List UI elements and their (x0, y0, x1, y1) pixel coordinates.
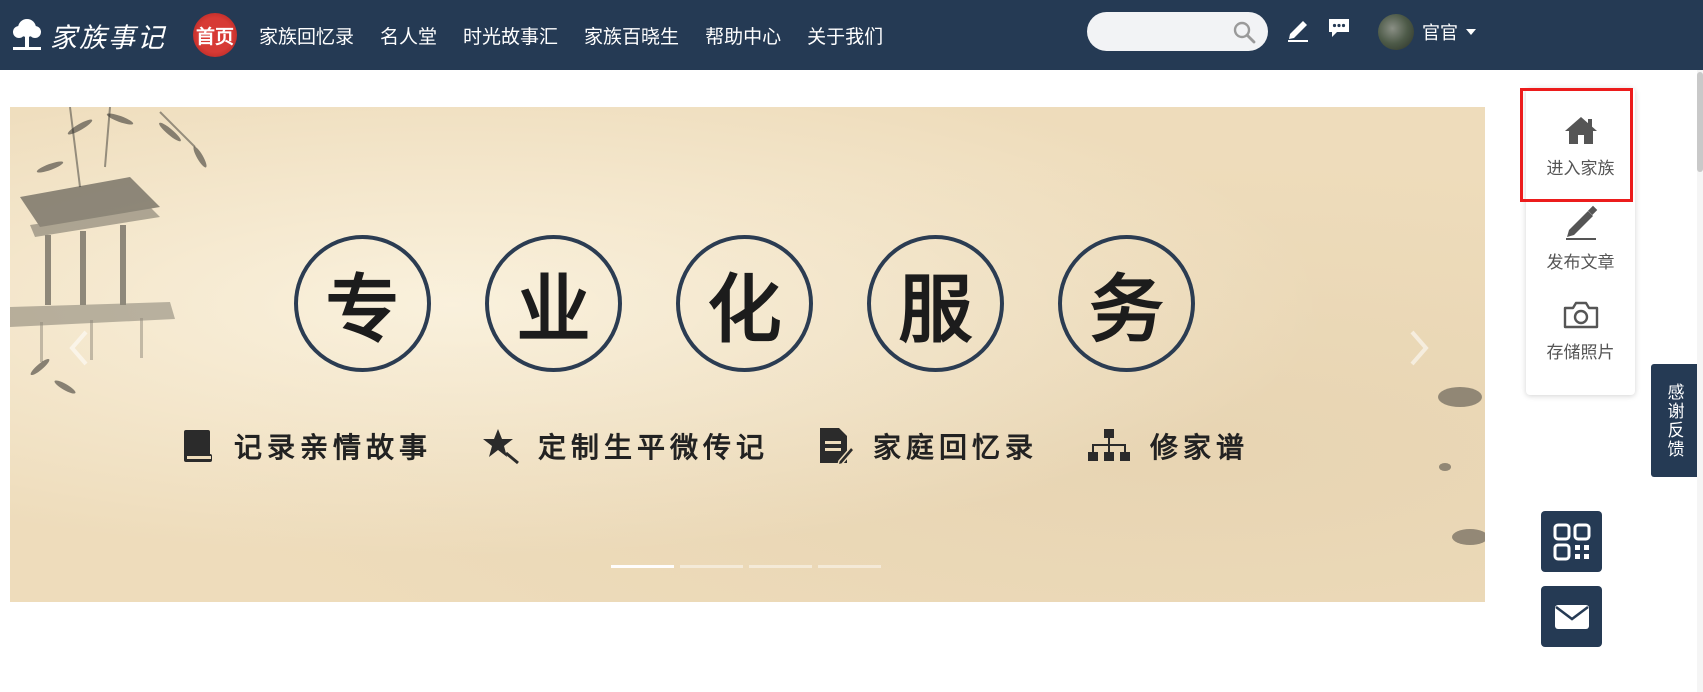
store-photos-button[interactable]: 存储照片 (1526, 287, 1635, 375)
ink-lotus-decoration (1438, 387, 1485, 545)
hero-banner[interactable]: 专 业 化 服 务 记录亲情故事 定制生平微传记 家庭回忆录 修家谱 (10, 107, 1485, 602)
ink-painting-decoration (10, 107, 207, 394)
feedback-label[interactable]: 感谢反馈 (1662, 383, 1687, 459)
nav-home[interactable]: 首页 (193, 13, 237, 57)
scrollbar-thumb[interactable] (1697, 72, 1703, 172)
mail-button[interactable] (1541, 586, 1602, 647)
publish-article-label[interactable]: 发布文章 (1547, 248, 1615, 273)
feature-label: 定制生平微传记 (538, 431, 770, 464)
nav-help-center[interactable]: 帮助中心 (705, 22, 781, 49)
nav-family-memoir[interactable]: 家族回忆录 (259, 22, 354, 49)
nav-about-us[interactable]: 关于我们 (807, 22, 883, 49)
chevron-down-icon[interactable] (1466, 29, 1476, 35)
book-icon (184, 430, 212, 462)
feature-label: 修家谱 (1150, 431, 1250, 464)
qr-code-icon (1553, 523, 1590, 560)
user-menu[interactable]: 官官 (1378, 12, 1476, 52)
service-circle: 化 (676, 235, 813, 372)
site-logo[interactable]: 家族事记 (10, 12, 166, 58)
feature-item: 修家谱 (1086, 426, 1249, 466)
customize-icon (483, 429, 519, 465)
avatar[interactable] (1378, 14, 1414, 50)
service-circle: 业 (485, 235, 622, 372)
carousel-indicator[interactable] (749, 565, 812, 568)
camera-icon (1563, 301, 1598, 328)
search-icon[interactable] (1232, 20, 1256, 44)
carousel-indicator[interactable] (680, 565, 743, 568)
pencil-icon[interactable] (1286, 16, 1310, 42)
service-circles: 专 业 化 服 务 (294, 235, 1195, 372)
family-tree-icon (1088, 429, 1131, 461)
carousel-prev-arrow[interactable] (68, 329, 90, 371)
edit-icon (1565, 205, 1597, 240)
nav-family-qa[interactable]: 家族百晓生 (584, 22, 679, 49)
service-circle: 务 (1058, 235, 1195, 372)
mail-icon (1554, 604, 1589, 629)
feature-label: 家庭回忆录 (873, 431, 1039, 464)
highlight-box (1520, 88, 1633, 202)
feature-item: 记录亲情故事 (180, 426, 432, 466)
service-circle: 服 (867, 235, 1004, 372)
main-nav: 首页 家族回忆录 名人堂 时光故事汇 家族百晓生 帮助中心 关于我们 (193, 0, 883, 70)
carousel-next-arrow[interactable] (1408, 329, 1430, 371)
publish-article-button[interactable]: 发布文章 (1526, 194, 1635, 282)
document-edit-icon (820, 428, 856, 467)
logo-tree-icon (13, 19, 41, 50)
store-photos-label[interactable]: 存储照片 (1547, 338, 1615, 363)
feature-item: 定制生平微传记 (480, 426, 769, 466)
feature-list: 记录亲情故事 定制生平微传记 家庭回忆录 修家谱 (180, 425, 1249, 467)
search-box[interactable] (1087, 12, 1268, 51)
feature-label: 记录亲情故事 (234, 431, 433, 464)
feature-item: 家庭回忆录 (817, 425, 1038, 467)
feedback-tab[interactable]: 感谢反馈 (1651, 364, 1697, 477)
carousel-indicator[interactable] (611, 565, 674, 568)
user-name[interactable]: 官官 (1422, 19, 1458, 45)
qr-code-button[interactable] (1541, 511, 1602, 572)
logo-text: 家族事记 (50, 22, 166, 54)
service-circle: 专 (294, 235, 431, 372)
carousel-indicator[interactable] (818, 565, 881, 568)
search-input[interactable] (1101, 20, 1235, 44)
nav-time-stories[interactable]: 时光故事汇 (463, 22, 558, 49)
carousel-indicators (611, 565, 881, 568)
nav-hall-of-fame[interactable]: 名人堂 (380, 22, 437, 49)
top-navbar: 家族事记 首页 家族回忆录 名人堂 时光故事汇 家族百晓生 帮助中心 关于我们 … (0, 0, 1703, 70)
chat-icon[interactable] (1327, 17, 1351, 39)
